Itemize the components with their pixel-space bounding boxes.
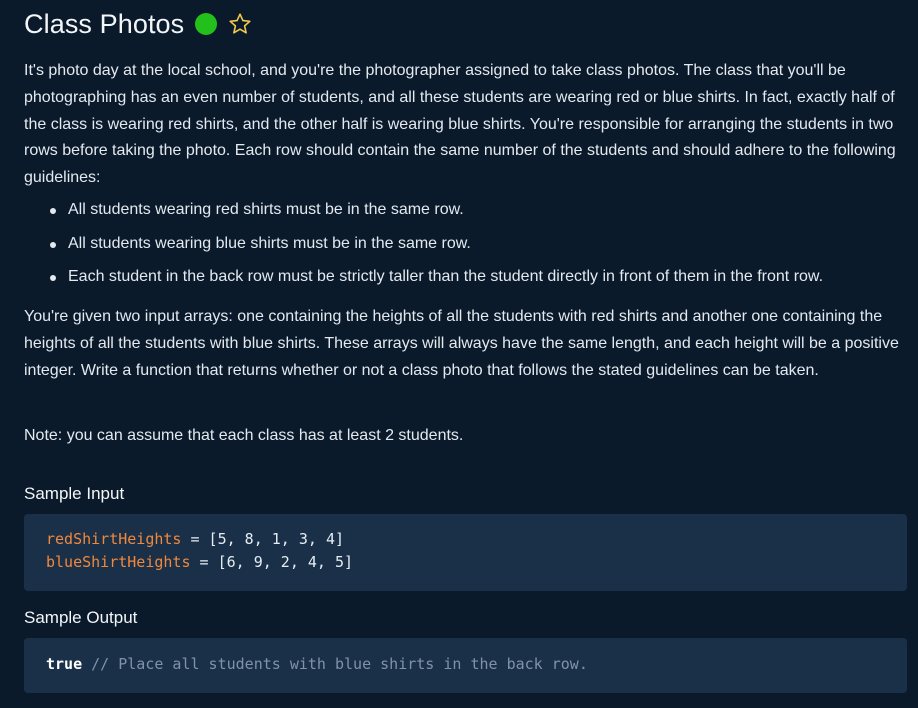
list-item: All students wearing blue shirts must be… (24, 234, 908, 268)
list-item: All students wearing red shirts must be … (24, 200, 908, 234)
guidelines-list: All students wearing red shirts must be … (24, 200, 908, 301)
sample-input-title: Sample Input (24, 484, 125, 503)
page-title: Class Photos (24, 8, 185, 39)
input-description-paragraph: You're given two input arrays: one conta… (24, 308, 899, 379)
sample-input-code-block: redShirtHeights = [5, 8, 1, 3, 4] blueSh… (24, 514, 907, 591)
code-line: true // Place all students with blue shi… (46, 655, 588, 673)
completion-status-icon (195, 13, 218, 35)
code-variable: blueShirtHeights (46, 553, 191, 571)
bullet-icon (50, 275, 56, 281)
list-item-text: Each student in the back row must be str… (68, 268, 824, 285)
description-paragraph: It's photo day at the local school, and … (24, 62, 896, 187)
code-keyword: true (46, 655, 83, 673)
code-line: redShirtHeights = [5, 8, 1, 3, 4] (46, 530, 344, 548)
code-variable: redShirtHeights (46, 530, 182, 548)
star-icon[interactable] (228, 12, 252, 36)
code-comment: // Place all students with blue shirts i… (82, 655, 588, 673)
title-row: Class Photos (24, 4, 252, 44)
code-line: blueShirtHeights = [6, 9, 2, 4, 5] (46, 553, 353, 571)
list-item: Each student in the back row must be str… (24, 267, 908, 301)
bullet-icon (50, 241, 56, 248)
code-value: = [5, 8, 1, 3, 4] (181, 530, 345, 548)
note-text: Note: you can assume that each class has… (24, 427, 464, 444)
list-item-text: All students wearing red shirts must be … (68, 201, 464, 218)
sample-output-code-block: true // Place all students with blue shi… (24, 638, 907, 693)
code-value: = [6, 9, 2, 4, 5] (190, 553, 354, 571)
sample-output-title: Sample Output (24, 608, 138, 627)
list-item-text: All students wearing blue shirts must be… (68, 234, 471, 252)
bullet-icon (50, 208, 56, 214)
